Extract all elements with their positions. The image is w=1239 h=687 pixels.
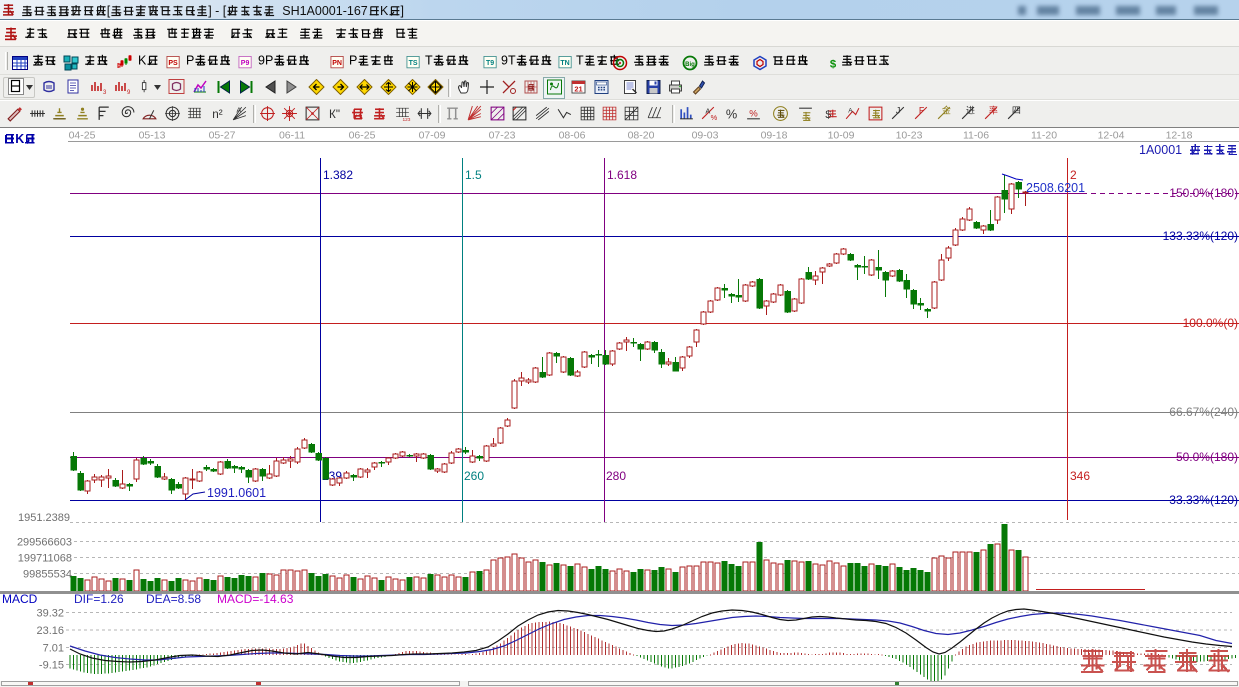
- svg-text:T: T: [576, 54, 584, 68]
- svg-text:SH1A0001-167: SH1A0001-167: [275, 4, 367, 18]
- svg-text:P: P: [349, 54, 357, 68]
- svg-text:50.0%(180): 50.0%(180): [1176, 450, 1238, 464]
- svg-text:05-27: 05-27: [209, 130, 236, 142]
- svg-text:3: 3: [103, 90, 107, 95]
- svg-text:9: 9: [127, 90, 131, 95]
- svg-text:T: T: [425, 54, 433, 68]
- svg-text:]: ]: [401, 4, 404, 18]
- svg-text:A: A: [236, 105, 241, 114]
- svg-text:09-18: 09-18: [761, 130, 788, 142]
- svg-text:K: K: [138, 54, 147, 68]
- svg-text:$: $: [830, 58, 837, 70]
- svg-text:06-25: 06-25: [349, 130, 376, 142]
- svg-text:率: 率: [989, 105, 998, 116]
- svg-text:04-25: 04-25: [69, 130, 96, 142]
- svg-text:21: 21: [574, 85, 582, 94]
- svg-text:07-23: 07-23: [489, 130, 516, 142]
- svg-text:11-06: 11-06: [963, 130, 989, 142]
- svg-text:1.618: 1.618: [607, 168, 637, 182]
- svg-text:四: 四: [1012, 106, 1021, 116]
- svg-text:MACD: MACD: [2, 592, 38, 606]
- svg-text:DEA=8.58: DEA=8.58: [146, 592, 201, 606]
- svg-text:150.0%(180): 150.0%(180): [1169, 186, 1238, 200]
- svg-text:299566603: 299566603: [17, 537, 72, 549]
- svg-text:PN: PN: [332, 60, 342, 67]
- svg-text:%: %: [711, 113, 717, 122]
- svg-text:1951.2389: 1951.2389: [18, 512, 70, 524]
- svg-text:123: 123: [403, 117, 411, 122]
- svg-text:199711068: 199711068: [18, 553, 72, 565]
- svg-text:09-03: 09-03: [692, 130, 719, 142]
- svg-text:К": К": [329, 108, 340, 121]
- svg-text:06-11: 06-11: [279, 130, 305, 142]
- svg-text:05-13: 05-13: [139, 130, 166, 142]
- svg-text:39.32: 39.32: [36, 608, 64, 620]
- svg-text:07-09: 07-09: [419, 130, 446, 142]
- svg-text:346: 346: [1070, 469, 1090, 483]
- svg-text:P9: P9: [241, 60, 250, 67]
- svg-text:12-18: 12-18: [1166, 130, 1193, 142]
- svg-text:11-20: 11-20: [1031, 130, 1057, 142]
- svg-text:1.382: 1.382: [323, 168, 353, 182]
- svg-text:9T: 9T: [501, 54, 516, 68]
- svg-text:66.67%(240): 66.67%(240): [1169, 405, 1238, 419]
- svg-text:[: [: [107, 4, 111, 18]
- svg-text:n²: n²: [212, 108, 222, 121]
- svg-text:1991.0601: 1991.0601: [207, 486, 266, 500]
- svg-text:TN: TN: [560, 60, 569, 67]
- svg-text:%: %: [749, 109, 758, 120]
- svg-text:2: 2: [1070, 168, 1077, 182]
- svg-text:9P: 9P: [258, 54, 273, 68]
- svg-text:08-20: 08-20: [628, 130, 655, 142]
- svg-text:K: K: [15, 132, 24, 146]
- svg-text:K: K: [380, 4, 389, 18]
- svg-text:金: 金: [942, 105, 951, 116]
- svg-text:T9: T9: [486, 60, 494, 67]
- svg-text:PS: PS: [168, 60, 178, 67]
- svg-text:2508.6201: 2508.6201: [1026, 181, 1085, 195]
- svg-text:12-04: 12-04: [1098, 130, 1125, 142]
- svg-text:TS: TS: [409, 60, 418, 67]
- svg-text:10-23: 10-23: [896, 130, 923, 142]
- svg-text:99855534: 99855534: [23, 569, 72, 581]
- svg-text:280: 280: [606, 469, 626, 483]
- svg-text:MACD=-14.63: MACD=-14.63: [217, 592, 294, 606]
- svg-text:P: P: [186, 54, 194, 68]
- svg-text:10-09: 10-09: [828, 130, 855, 142]
- svg-text:23.16: 23.16: [36, 625, 64, 637]
- svg-text:] - [: ] - [: [208, 4, 227, 18]
- svg-text:F: F: [919, 106, 925, 116]
- svg-text:260: 260: [464, 469, 484, 483]
- svg-text:J: J: [896, 106, 901, 116]
- svg-text:33.33%(120): 33.33%(120): [1169, 493, 1238, 507]
- svg-text:A: A: [705, 107, 710, 116]
- svg-text:133.33%(120): 133.33%(120): [1163, 229, 1238, 243]
- svg-text:1.5: 1.5: [465, 168, 482, 182]
- svg-text:7.01: 7.01: [43, 643, 64, 655]
- svg-text:08-06: 08-06: [559, 130, 586, 142]
- svg-text:%: %: [726, 106, 737, 121]
- svg-text:1A0001: 1A0001: [1139, 143, 1189, 157]
- svg-text:进: 进: [966, 106, 975, 116]
- svg-text:Big: Big: [685, 62, 695, 68]
- svg-text:DIF=1.26: DIF=1.26: [74, 592, 124, 606]
- svg-text:-9.15: -9.15: [39, 660, 64, 672]
- svg-text:100.0%(0): 100.0%(0): [1183, 316, 1238, 330]
